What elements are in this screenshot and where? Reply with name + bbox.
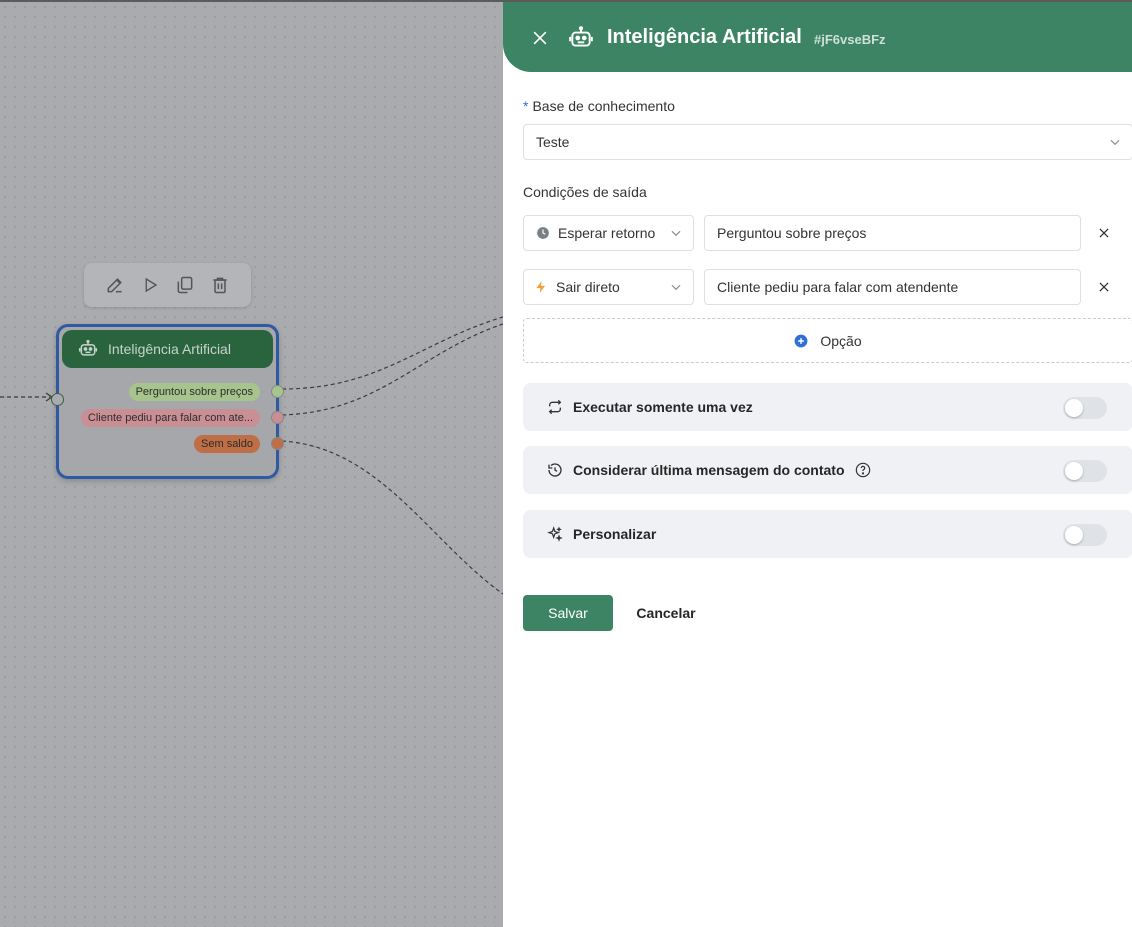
settings-drawer: Inteligência Artificial #jF6vseBFz * Base… [503, 2, 1132, 927]
play-icon [145, 277, 158, 293]
output-port[interactable] [271, 411, 284, 424]
input-port[interactable] [51, 393, 64, 406]
condition-type-value: Sair direto [556, 279, 620, 295]
ai-node[interactable]: Inteligência Artificial Perguntou sobre … [51, 324, 284, 479]
close-button[interactable] [530, 28, 550, 48]
option-run-once: Executar somente uma vez [523, 383, 1132, 431]
node-title: Inteligência Artificial [108, 341, 231, 357]
knowledge-base-select[interactable]: Teste [523, 124, 1132, 160]
robot-icon [78, 339, 98, 356]
condition-type-select[interactable]: Sair direto [523, 269, 694, 305]
knowledge-base-label: * Base de conhecimento [523, 98, 675, 114]
copy-icon [177, 276, 193, 294]
toggle-knob [1065, 526, 1083, 544]
cancel-button[interactable]: Cancelar [625, 595, 707, 631]
lightning-icon [536, 281, 546, 293]
flow-canvas[interactable]: Inteligência Artificial Perguntou sobre … [0, 2, 503, 927]
edge-sem-saldo [281, 440, 503, 595]
condition-type-value: Esperar retorno [558, 225, 656, 241]
knowledge-base-value: Teste [536, 134, 570, 150]
condition-input[interactable]: Cliente pediu para falar com atendente [704, 269, 1081, 305]
drawer-header: Inteligência Artificial #jF6vseBFz [503, 2, 1132, 72]
remove-condition-button[interactable] [1095, 278, 1113, 296]
history-icon [548, 463, 562, 477]
edge-cliente [281, 323, 503, 416]
option-label: Executar somente uma vez [573, 399, 753, 415]
trash-icon [212, 277, 227, 294]
option-label: Considerar última mensagem do contato [573, 462, 845, 478]
clock-icon [537, 227, 549, 239]
condition-tag: Perguntou sobre preços [128, 383, 260, 401]
robot-icon [569, 26, 593, 47]
condition-type-select[interactable]: Esperar retorno [523, 215, 694, 251]
node-toolbar [84, 263, 251, 307]
drawer-title: Inteligência Artificial [607, 26, 802, 48]
condition-input[interactable]: Perguntou sobre preços [704, 215, 1081, 251]
plus-circle-icon [794, 334, 808, 347]
toggle-knob [1065, 462, 1083, 480]
add-option-button[interactable]: Opção [523, 318, 1132, 363]
option-customize: Personalizar [523, 510, 1132, 558]
output-port[interactable] [271, 437, 284, 450]
condition-tag: Sem saldo [194, 435, 260, 453]
close-icon [1099, 282, 1109, 292]
chevron-down-icon [1110, 139, 1120, 146]
sparkles-icon [547, 526, 563, 542]
repeat-icon [548, 399, 562, 415]
condition-tag: Cliente pediu para falar com ate... [80, 409, 260, 427]
edge-perguntou [281, 316, 503, 390]
edit-button[interactable] [103, 273, 127, 297]
output-port[interactable] [271, 385, 284, 398]
copy-button[interactable] [173, 273, 197, 297]
last-message-toggle[interactable] [1063, 460, 1107, 482]
toggle-knob [1065, 399, 1083, 417]
node-header: Inteligência Artificial [62, 330, 273, 368]
node-id: #jF6vseBFz [814, 32, 886, 47]
option-last-message: Considerar última mensagem do contato [523, 446, 1132, 494]
remove-condition-button[interactable] [1095, 224, 1113, 242]
add-option-label: Opção [820, 332, 862, 349]
customize-toggle[interactable] [1063, 524, 1107, 546]
save-button[interactable]: Salvar [523, 595, 613, 631]
delete-button[interactable] [208, 273, 232, 297]
close-icon [533, 31, 547, 45]
close-icon [1099, 228, 1109, 238]
play-button[interactable] [138, 273, 162, 297]
exit-conditions-label: Condições de saída [523, 184, 647, 200]
edit-icon [107, 278, 123, 293]
option-label: Personalizar [573, 526, 657, 542]
chevron-down-icon [671, 230, 681, 237]
chevron-down-icon [671, 284, 681, 291]
help-icon[interactable] [855, 462, 871, 478]
run-once-toggle[interactable] [1063, 397, 1107, 419]
required-mark: * [523, 98, 529, 114]
